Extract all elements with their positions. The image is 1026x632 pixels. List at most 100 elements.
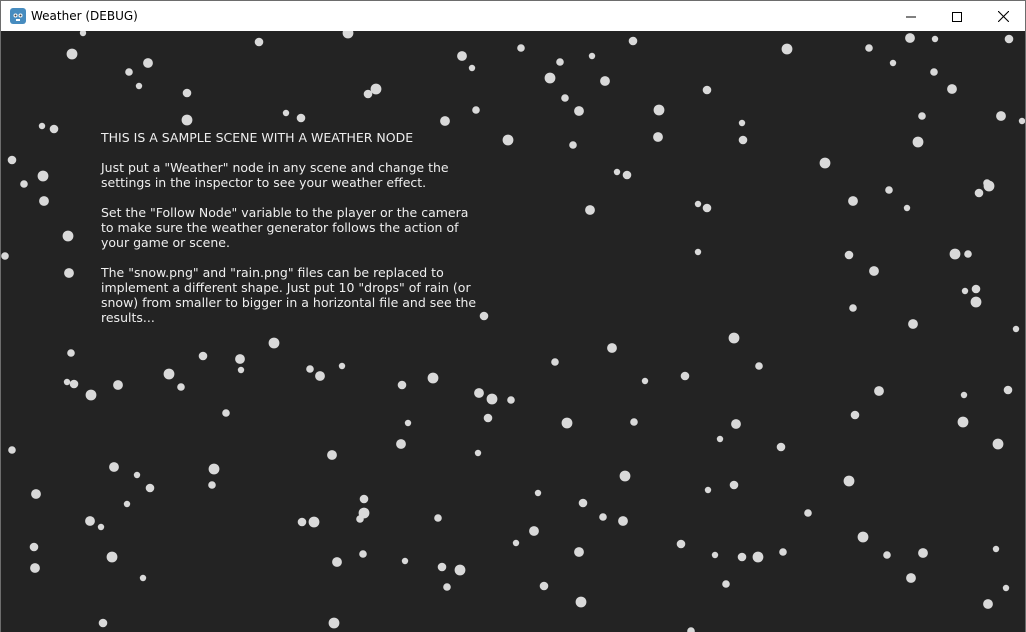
snowflake [704, 486, 712, 494]
minimize-button[interactable] [888, 1, 934, 31]
snowflake [297, 517, 307, 527]
snowflake [843, 475, 855, 487]
snowflake [883, 551, 891, 559]
game-viewport[interactable]: THIS IS A SAMPLE SCENE WITH A WEATHER NO… [1, 31, 1025, 632]
snowflake [957, 416, 969, 428]
snowflake [235, 354, 245, 364]
snowflake [1004, 34, 1014, 44]
snowflake [857, 531, 869, 543]
snowflake [306, 365, 314, 373]
snowflake [906, 573, 916, 583]
snowflake [779, 548, 787, 556]
snowflake [208, 463, 220, 475]
snowflake [578, 498, 588, 508]
snowflake [472, 106, 480, 114]
snowflake [964, 250, 972, 258]
snowflake [849, 304, 857, 312]
snowflake [63, 378, 71, 386]
snowflake [404, 419, 412, 427]
snowflake [512, 539, 520, 547]
snowflake [177, 383, 185, 391]
snowflake [208, 481, 216, 489]
snowflake [983, 179, 991, 187]
snowflake [332, 557, 342, 567]
snowflake [889, 59, 897, 67]
snowflake [69, 379, 79, 389]
snowflake [139, 574, 147, 582]
snowflake [971, 284, 981, 294]
snowflake [30, 563, 40, 573]
snowflake [575, 596, 587, 608]
snowflake [737, 552, 747, 562]
instructions-paragraph-2: Set the "Follow Node" variable to the pl… [101, 205, 469, 250]
snowflake [992, 545, 1000, 553]
snowflake [328, 617, 340, 629]
snowflake [912, 136, 924, 148]
snowflake [198, 351, 208, 361]
snowflake [315, 371, 325, 381]
snowflake [653, 104, 665, 116]
snowflake [947, 84, 957, 94]
snowflake [574, 547, 584, 557]
snowflake [327, 450, 337, 460]
snowflake [85, 516, 95, 526]
snowflake [716, 435, 724, 443]
snowflake [848, 196, 858, 206]
snowflake [49, 124, 59, 134]
snowflake [237, 366, 245, 374]
snowflake [359, 550, 367, 558]
snowflake [556, 58, 564, 66]
snowflake [457, 51, 467, 61]
instructions-text: THIS IS A SAMPLE SCENE WITH A WEATHER NO… [101, 130, 501, 340]
snowflake [66, 48, 78, 60]
snowflake [874, 386, 884, 396]
snowflake [561, 94, 569, 102]
snowflake [1002, 584, 1010, 592]
maximize-button[interactable] [934, 1, 980, 31]
snowflake [781, 43, 793, 55]
snowflake [222, 409, 230, 417]
snowflake [600, 76, 610, 86]
snowflake [930, 68, 938, 76]
snowflake [974, 188, 984, 198]
maximize-icon [952, 7, 962, 26]
snowflake [31, 489, 41, 499]
snowflake [308, 516, 320, 528]
snowflake [98, 618, 108, 628]
snowflake [722, 580, 730, 588]
snowflake [931, 35, 939, 43]
snowflake [143, 58, 153, 68]
snowflake [908, 319, 918, 329]
godot-icon [10, 8, 26, 24]
close-icon [997, 7, 1009, 26]
snowflake [39, 196, 49, 206]
snowflake [133, 471, 141, 479]
close-button[interactable] [980, 1, 1026, 31]
snowflake [544, 72, 556, 84]
snowflake [676, 539, 686, 549]
snowflake [687, 627, 695, 632]
snowflake [427, 372, 439, 384]
snowflake [970, 296, 982, 308]
snowflake [619, 470, 631, 482]
snowflake [401, 557, 409, 565]
snowflake [728, 332, 740, 344]
snowflake [653, 132, 663, 142]
snowflake [20, 180, 28, 188]
snowflake [850, 410, 860, 420]
snowflake [109, 462, 119, 472]
snowflake [296, 113, 306, 123]
snowflake [539, 581, 549, 591]
snowflake [338, 362, 346, 370]
snowflake [67, 349, 75, 357]
snowflake [903, 204, 911, 212]
snowflake [397, 380, 407, 390]
snowflake [613, 168, 621, 176]
snowflake [396, 439, 406, 449]
title-bar[interactable]: Weather (DEBUG) [1, 1, 1025, 31]
snowflake [502, 134, 514, 146]
snowflake [599, 513, 607, 521]
snowflake [356, 515, 364, 523]
snowflake [992, 438, 1004, 450]
window-title: Weather (DEBUG) [31, 9, 138, 23]
